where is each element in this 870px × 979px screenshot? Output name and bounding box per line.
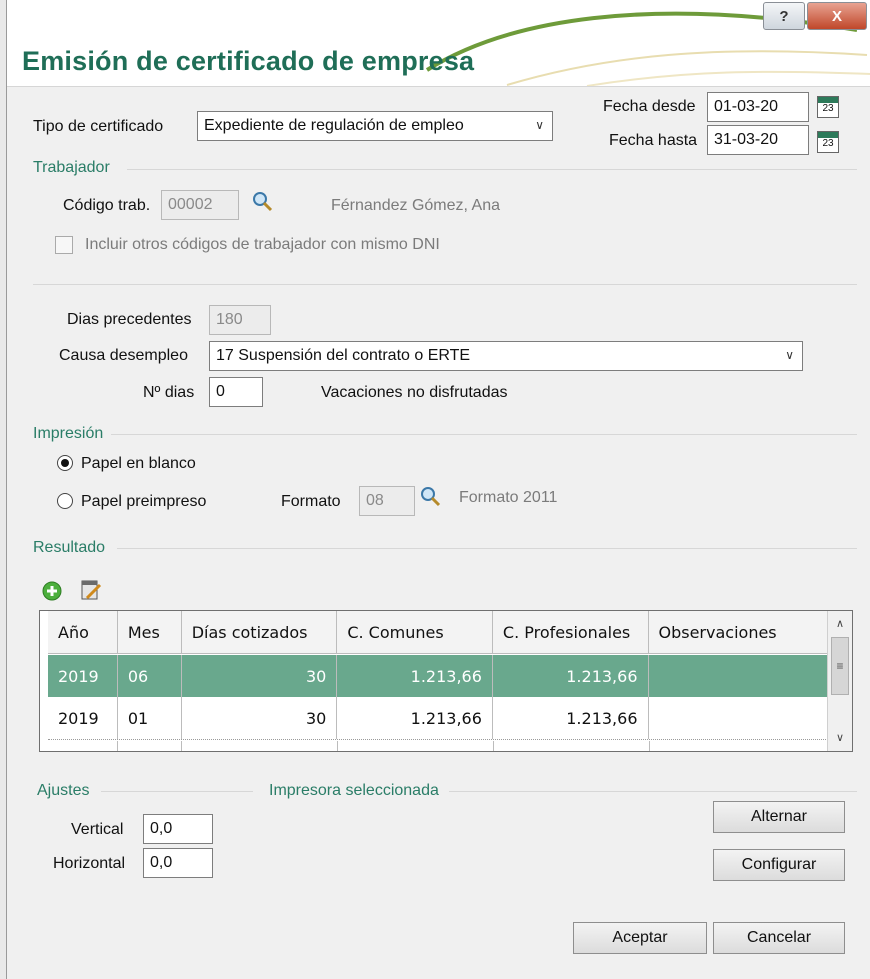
papel-preimpreso-label: Papel preimpreso <box>81 493 207 510</box>
dias-precedentes-input[interactable]: 180 <box>209 305 271 335</box>
impresion-section-title: Impresión <box>33 425 104 442</box>
calendar-icon[interactable]: 23 <box>817 131 839 153</box>
cell-profesionales: 1.213,66 <box>493 655 649 697</box>
incluir-codigos-checkbox[interactable] <box>55 236 73 254</box>
scroll-thumb[interactable]: ≡ <box>831 637 849 695</box>
cell-mes: 06 <box>118 655 182 697</box>
section-divider <box>117 548 857 549</box>
fecha-hasta-label: Fecha hasta <box>609 132 698 149</box>
formato-label: Formato <box>281 493 341 510</box>
section-divider <box>127 169 857 170</box>
column-header-observaciones[interactable]: Observaciones <box>649 611 829 653</box>
tipo-certificado-label: Tipo de certificado <box>33 118 164 135</box>
aceptar-button[interactable]: Aceptar <box>573 922 707 954</box>
help-icon: ? <box>779 7 789 25</box>
formato-desc: Formato 2011 <box>459 489 558 506</box>
papel-preimpreso-radio[interactable] <box>57 493 73 509</box>
dias-precedentes-label: Dias precedentes <box>67 311 192 328</box>
section-divider <box>449 791 857 792</box>
add-row-icon[interactable] <box>41 580 63 602</box>
section-divider <box>111 434 857 435</box>
fecha-desde-label: Fecha desde <box>603 98 696 115</box>
cell-anio: 2019 <box>48 655 118 697</box>
cell-anio: 2019 <box>48 697 118 739</box>
resultado-section-title: Resultado <box>33 539 106 556</box>
search-icon[interactable] <box>419 485 441 507</box>
table-row[interactable]: 2019 01 30 1.213,66 1.213,66 <box>48 697 828 740</box>
vertical-label: Vertical <box>71 821 124 838</box>
cell-dias: 30 <box>182 697 338 739</box>
ajustes-section-title: Ajustes <box>37 782 90 799</box>
tipo-certificado-select[interactable]: Expediente de regulación de empleo ∨ <box>197 111 553 141</box>
alternar-button[interactable]: Alternar <box>713 801 845 833</box>
causa-desempleo-select[interactable]: 17 Suspensión del contrato o ERTE ∨ <box>209 341 803 371</box>
close-icon: X <box>831 7 842 25</box>
papel-blanco-label: Papel en blanco <box>81 455 196 472</box>
horizontal-label: Horizontal <box>53 855 126 872</box>
codigo-trab-input[interactable]: 00002 <box>161 190 239 220</box>
cell-dias: 30 <box>182 655 338 697</box>
column-header-anio[interactable]: Año <box>48 611 118 653</box>
column-header-dias[interactable]: Días cotizados <box>182 611 338 653</box>
cell-comunes: 1.213,66 <box>337 655 493 697</box>
section-divider <box>101 791 253 792</box>
ndias-input[interactable]: 0 <box>209 377 263 407</box>
column-header-comunes[interactable]: C. Comunes <box>337 611 493 653</box>
table-row[interactable]: 2019 06 30 1.213,66 1.213,66 <box>48 655 828 697</box>
impresora-section-title: Impresora seleccionada <box>269 782 439 799</box>
cell-empty <box>182 741 338 751</box>
cell-empty <box>118 741 182 751</box>
chevron-down-icon: ∨ <box>535 118 544 132</box>
dialog-title: Emisión de certificado de empresa <box>22 46 475 76</box>
search-icon[interactable] <box>251 190 273 212</box>
dialog-header: Emisión de certificado de empresa ? X <box>7 0 870 87</box>
vacaciones-label: Vacaciones no disfrutadas <box>321 384 508 401</box>
cell-comunes: 1.213,66 <box>337 697 493 739</box>
configurar-button[interactable]: Configurar <box>713 849 845 881</box>
calendar-icon[interactable]: 23 <box>817 96 839 118</box>
formato-input[interactable]: 08 <box>359 486 415 516</box>
cancelar-button[interactable]: Cancelar <box>713 922 845 954</box>
column-header-mes[interactable]: Mes <box>118 611 182 653</box>
close-button[interactable]: X <box>807 2 867 30</box>
tipo-certificado-value: Expediente de regulación de empleo <box>204 117 464 134</box>
vertical-input[interactable]: 0,0 <box>143 814 213 844</box>
cell-observaciones <box>649 655 829 697</box>
certificate-dialog: Emisión de certificado de empresa ? X Ti… <box>6 0 870 979</box>
resultado-table-body: Año Mes Días cotizados C. Comunes C. Pro… <box>48 611 828 751</box>
cell-empty <box>494 741 650 751</box>
table-row-partial <box>48 741 828 751</box>
incluir-codigos-label: Incluir otros códigos de trabajador con … <box>85 236 440 253</box>
table-header-row: Año Mes Días cotizados C. Comunes C. Pro… <box>48 611 828 654</box>
fecha-hasta-input[interactable]: 31-03-20 <box>707 125 809 155</box>
ndias-label: Nº dias <box>143 384 195 401</box>
chevron-down-icon: ∨ <box>785 348 794 362</box>
section-divider <box>33 284 857 285</box>
edit-row-icon[interactable] <box>79 578 103 602</box>
column-header-profesionales[interactable]: C. Profesionales <box>493 611 649 653</box>
cell-observaciones <box>649 697 829 739</box>
scroll-up-icon[interactable]: ∧ <box>828 613 852 635</box>
causa-desempleo-value: 17 Suspensión del contrato o ERTE <box>216 347 471 364</box>
papel-blanco-radio[interactable] <box>57 455 73 471</box>
trabajador-nombre: Férnandez Gómez, Ana <box>331 197 500 214</box>
cell-profesionales: 1.213,66 <box>493 697 649 739</box>
cell-empty <box>338 741 494 751</box>
cell-mes: 01 <box>118 697 182 739</box>
help-button[interactable]: ? <box>763 2 805 30</box>
codigo-trab-label: Código trab. <box>63 197 151 214</box>
resultado-table: Año Mes Días cotizados C. Comunes C. Pro… <box>39 610 853 752</box>
scroll-down-icon[interactable]: ∨ <box>828 727 852 749</box>
trabajador-section-title: Trabajador <box>33 159 110 176</box>
table-scrollbar[interactable]: ∧ ≡ ∨ <box>827 611 852 751</box>
cell-empty <box>48 741 118 751</box>
fecha-desde-input[interactable]: 01-03-20 <box>707 92 809 122</box>
causa-desempleo-label: Causa desempleo <box>59 347 188 364</box>
horizontal-input[interactable]: 0,0 <box>143 848 213 878</box>
